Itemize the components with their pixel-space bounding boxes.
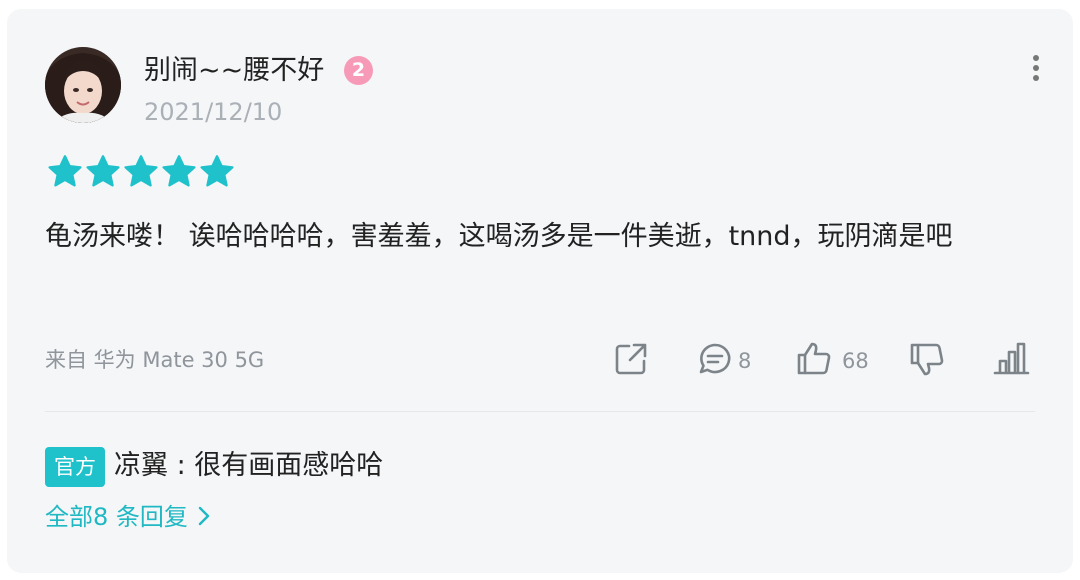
star-icon <box>162 155 196 187</box>
stats-icon <box>993 342 1030 375</box>
divider <box>45 411 1035 412</box>
like-count: 68 <box>842 349 869 373</box>
comment-card <box>7 9 1073 573</box>
share-icon <box>615 343 647 375</box>
comment-text: 龟汤来喽！ 诶哈哈哈哈，害羞羞，这喝汤多是一件美逝，tnnd，玩阴滴是吧 <box>45 221 953 252</box>
star-icon <box>48 155 82 187</box>
official-badge: 官方 <box>45 447 105 487</box>
all-replies-link[interactable]: 全部8 条回复 <box>45 500 212 534</box>
more-icon[interactable] <box>1024 52 1048 84</box>
dislike-icon <box>910 343 944 376</box>
device-label: 来自 华为 Mate 30 5G <box>45 348 265 372</box>
star-icon <box>86 155 120 187</box>
like-button[interactable]: 68 <box>795 340 870 380</box>
stats-button[interactable] <box>992 340 1032 380</box>
star-icon <box>200 155 234 187</box>
avatar[interactable] <box>45 47 121 123</box>
comment-icon <box>699 343 731 374</box>
comment-button[interactable]: 8 <box>696 340 756 380</box>
level-badge: 2 <box>344 56 373 85</box>
like-icon <box>797 342 831 375</box>
username[interactable]: 别闹~~腰不好 <box>144 52 324 90</box>
star-icon <box>124 155 158 187</box>
all-replies-label: 全部8 条回复 <box>45 503 188 531</box>
chevron-right-icon <box>198 506 209 526</box>
reply-preview[interactable]: 凉翼 : 很有画面感哈哈 <box>114 446 383 486</box>
comment-count: 8 <box>738 349 752 373</box>
share-button[interactable] <box>612 340 652 380</box>
dislike-button[interactable] <box>908 340 948 380</box>
post-date: 2021/12/10 <box>144 98 283 126</box>
